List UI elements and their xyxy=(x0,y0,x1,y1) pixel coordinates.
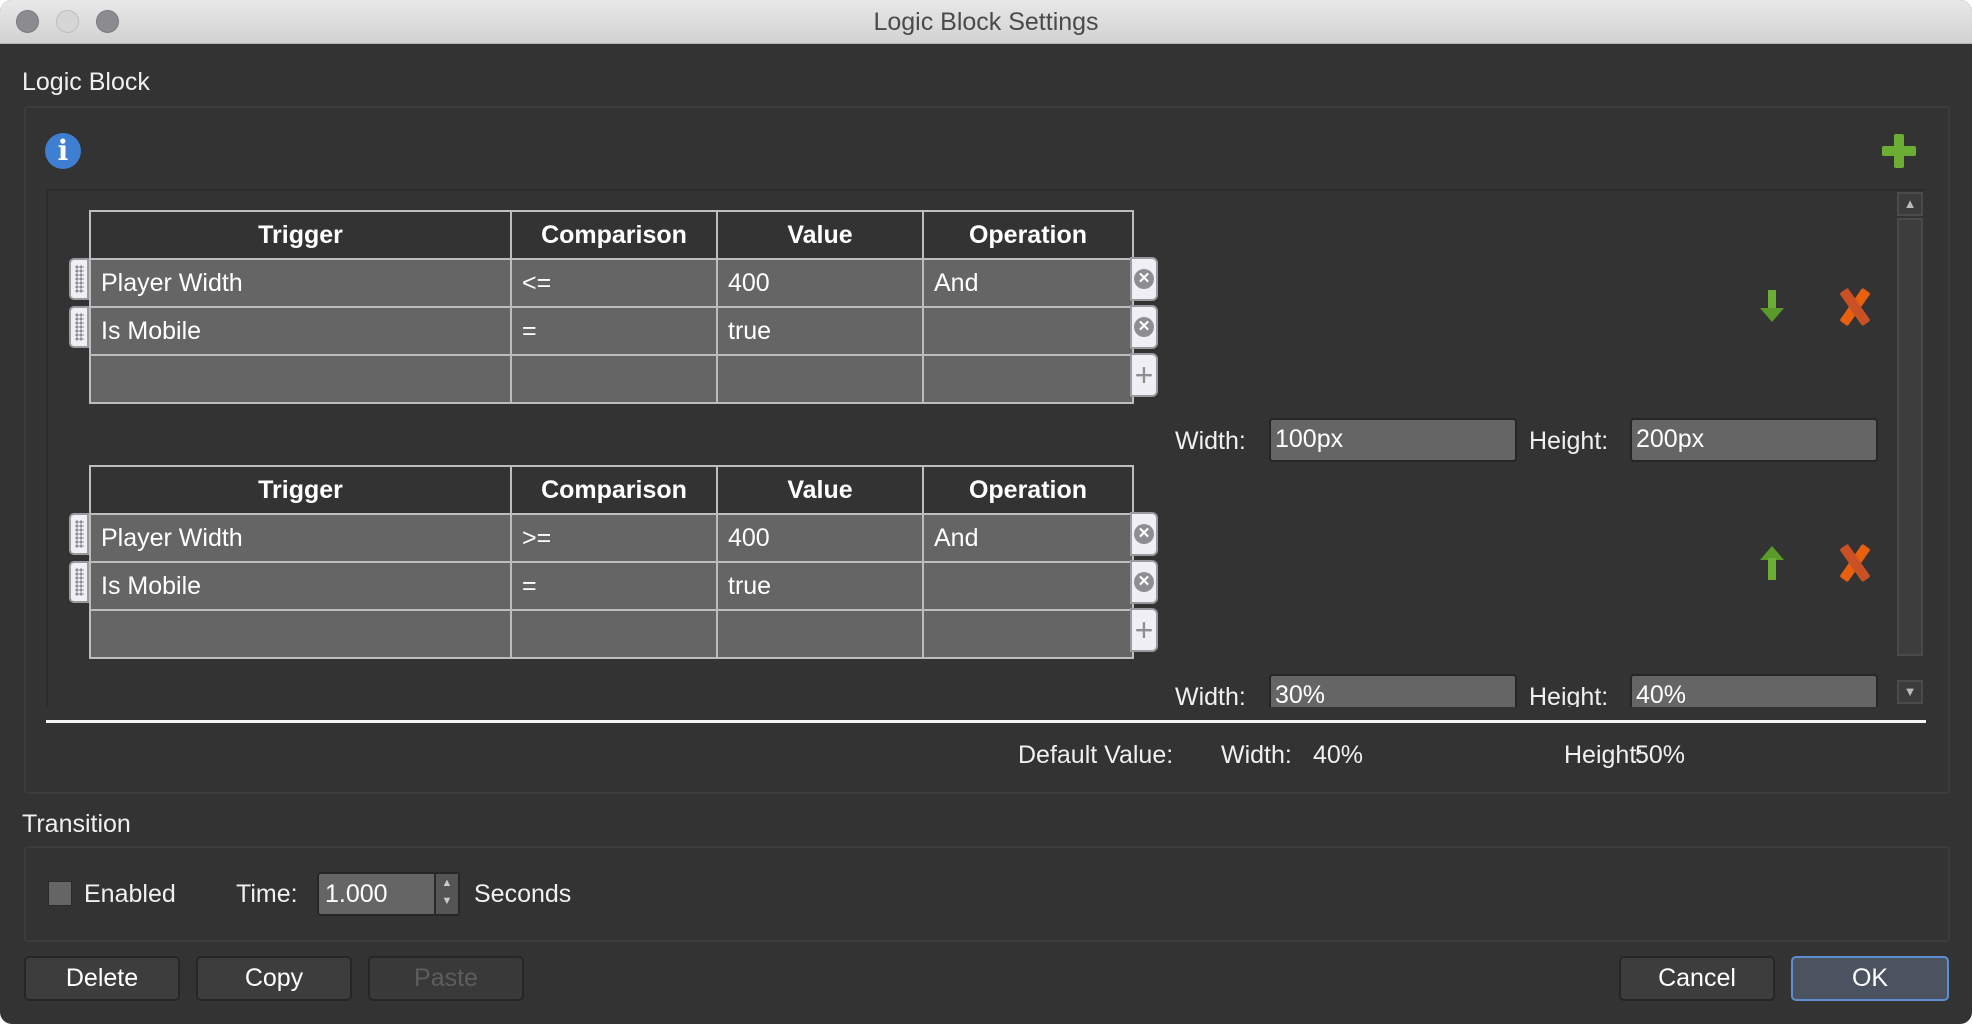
column-header-operation: Operation xyxy=(922,465,1134,515)
comparison-cell[interactable]: = xyxy=(510,561,718,611)
vertical-scrollbar[interactable]: ▲ ▼ xyxy=(1897,192,1923,704)
trigger-cell[interactable] xyxy=(89,609,512,659)
remove-circle-icon: ✕ xyxy=(1134,317,1154,337)
info-icon[interactable]: i xyxy=(45,133,81,169)
scrollbar-thumb[interactable] xyxy=(1897,218,1923,656)
comparison-cell[interactable]: = xyxy=(510,306,718,356)
stepper-arrows-icon[interactable]: ▲ ▼ xyxy=(434,874,458,914)
width-label: Width: xyxy=(1175,683,1246,707)
remove-row-button[interactable]: ✕ xyxy=(1130,257,1158,301)
default-height-label: Height: xyxy=(1564,741,1644,769)
table-row-empty xyxy=(89,609,1134,659)
table-row: Player Width >= 400 And xyxy=(89,513,1134,563)
arrow-up-icon[interactable] xyxy=(1759,546,1785,580)
enabled-checkbox[interactable] xyxy=(48,881,72,906)
column-header-value: Value xyxy=(716,210,924,260)
transition-section-label: Transition xyxy=(22,810,131,838)
add-row-button[interactable]: + xyxy=(1130,353,1158,397)
delete-block-icon[interactable] xyxy=(1837,289,1873,325)
logic-block-section-label: Logic Block xyxy=(22,68,150,96)
time-label: Time: xyxy=(236,880,298,908)
height-input[interactable]: 40% xyxy=(1630,674,1878,707)
trigger-cell[interactable]: Player Width xyxy=(89,513,512,563)
remove-circle-icon: ✕ xyxy=(1134,524,1154,544)
table-row: Is Mobile = true xyxy=(89,306,1134,356)
column-header-comparison: Comparison xyxy=(510,465,718,515)
blocks-scroll-area: Trigger Comparison Value Operation Playe… xyxy=(46,189,1926,707)
table-row-empty xyxy=(89,354,1134,404)
default-width-label: Width: xyxy=(1221,741,1292,769)
comparison-cell[interactable]: <= xyxy=(510,258,718,308)
add-row-button[interactable]: + xyxy=(1130,608,1158,652)
value-cell[interactable]: 400 xyxy=(716,258,924,308)
width-label: Width: xyxy=(1175,427,1246,455)
plus-icon: + xyxy=(1134,357,1154,393)
enabled-label: Enabled xyxy=(84,880,176,908)
time-spinbox[interactable]: 1.000 ▲ ▼ xyxy=(317,872,460,916)
trigger-cell[interactable]: Is Mobile xyxy=(89,306,512,356)
height-label: Height: xyxy=(1529,683,1609,707)
remove-row-button[interactable]: ✕ xyxy=(1130,305,1158,349)
width-input[interactable]: 30% xyxy=(1269,674,1517,707)
time-value[interactable]: 1.000 xyxy=(325,880,388,909)
default-value-label: Default Value: xyxy=(1018,741,1174,769)
column-header-trigger: Trigger xyxy=(89,465,512,515)
operation-cell[interactable] xyxy=(922,354,1134,404)
condition-table-2: Trigger Comparison Value Operation Playe… xyxy=(89,465,1134,659)
window-title: Logic Block Settings xyxy=(873,8,1099,36)
ok-button[interactable]: OK xyxy=(1791,956,1949,1001)
comparison-cell[interactable] xyxy=(510,354,718,404)
column-header-comparison: Comparison xyxy=(510,210,718,260)
value-cell[interactable] xyxy=(716,354,924,404)
remove-circle-icon: ✕ xyxy=(1134,269,1154,289)
delete-button[interactable]: Delete xyxy=(24,956,180,1001)
condition-table-1: Trigger Comparison Value Operation Playe… xyxy=(89,210,1134,404)
add-block-icon[interactable] xyxy=(1882,134,1916,168)
table-row: Is Mobile = true xyxy=(89,561,1134,611)
value-cell[interactable] xyxy=(716,609,924,659)
operation-cell[interactable]: And xyxy=(922,258,1134,308)
separator xyxy=(46,720,1926,723)
trigger-cell[interactable]: Is Mobile xyxy=(89,561,512,611)
operation-cell[interactable] xyxy=(922,561,1134,611)
trigger-cell[interactable] xyxy=(89,354,512,404)
column-header-trigger: Trigger xyxy=(89,210,512,260)
remove-row-button[interactable]: ✕ xyxy=(1130,512,1158,556)
copy-button[interactable]: Copy xyxy=(196,956,352,1001)
trigger-cell[interactable]: Player Width xyxy=(89,258,512,308)
scroll-down-button[interactable]: ▼ xyxy=(1897,680,1923,704)
remove-circle-icon: ✕ xyxy=(1134,572,1154,592)
operation-cell[interactable]: And xyxy=(922,513,1134,563)
column-header-operation: Operation xyxy=(922,210,1134,260)
width-input[interactable]: 100px xyxy=(1269,418,1517,462)
seconds-label: Seconds xyxy=(474,880,572,908)
value-cell[interactable]: true xyxy=(716,561,924,611)
column-header-value: Value xyxy=(716,465,924,515)
scroll-up-button[interactable]: ▲ xyxy=(1897,192,1923,216)
drag-handle-icon[interactable] xyxy=(69,258,89,300)
transition-group xyxy=(24,846,1950,942)
comparison-cell[interactable] xyxy=(510,609,718,659)
remove-row-button[interactable]: ✕ xyxy=(1130,560,1158,604)
operation-cell[interactable] xyxy=(922,306,1134,356)
drag-handle-icon[interactable] xyxy=(69,561,89,603)
height-label: Height: xyxy=(1529,427,1609,455)
cancel-button[interactable]: Cancel xyxy=(1619,956,1775,1001)
default-width-value: 40% xyxy=(1313,741,1364,769)
value-cell[interactable]: 400 xyxy=(716,513,924,563)
title-bar: Logic Block Settings xyxy=(0,0,1972,44)
default-height-value: 50% xyxy=(1635,741,1686,769)
value-cell[interactable]: true xyxy=(716,306,924,356)
height-input[interactable]: 200px xyxy=(1630,418,1878,462)
plus-icon: + xyxy=(1134,612,1154,648)
comparison-cell[interactable]: >= xyxy=(510,513,718,563)
logic-block-settings-window: Logic Block Settings Logic Block i Trigg… xyxy=(0,0,1972,1024)
drag-handle-icon[interactable] xyxy=(69,513,89,555)
arrow-down-icon[interactable] xyxy=(1759,290,1785,324)
paste-button[interactable]: Paste xyxy=(368,956,524,1001)
delete-block-icon[interactable] xyxy=(1837,545,1873,581)
table-row: Player Width <= 400 And xyxy=(89,258,1134,308)
drag-handle-icon[interactable] xyxy=(69,306,89,348)
operation-cell[interactable] xyxy=(922,609,1134,659)
